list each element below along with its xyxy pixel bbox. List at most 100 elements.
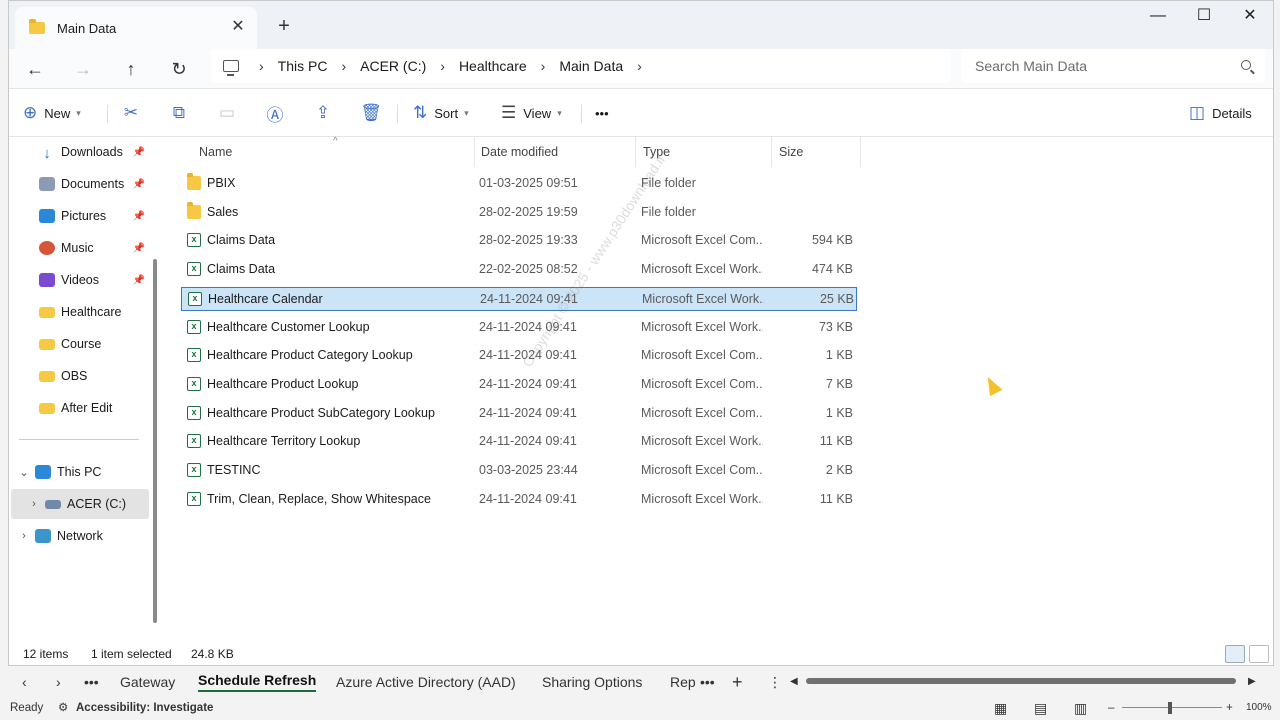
sheet-more-icon[interactable]: ••• (84, 670, 99, 694)
file-row[interactable]: x Healthcare Calendar 24-11-2024 09:41 Micr… (181, 286, 857, 311)
details-button[interactable]: ◫ Details (1189, 97, 1252, 129)
hscroll-right-icon[interactable]: ▶ (1248, 670, 1256, 694)
cut-button[interactable]: ✂ (115, 97, 147, 129)
file-row[interactable]: x Claims Data 22-02-2025 08:52 Microsoft Ex… (181, 258, 857, 282)
nav-item-this-pc[interactable]: ⌄ This PC (17, 457, 155, 487)
new-button[interactable]: ⊕ New ▾ (23, 97, 81, 129)
crumb-healthcare[interactable]: Healthcare (459, 58, 527, 74)
hscroll-left-icon[interactable]: ◀ (790, 670, 798, 694)
nav-item-course[interactable]: Course (39, 329, 147, 359)
maximize-button[interactable]: ☐ (1181, 1, 1227, 33)
sheet-tab-aad[interactable]: Azure Active Directory (AAD) (336, 670, 516, 694)
column-header-date[interactable]: Date modified (475, 137, 635, 167)
zoom-level[interactable]: 100% (1246, 696, 1272, 720)
file-row[interactable]: x Healthcare Territory Lookup 24-11-2024 0… (181, 430, 857, 454)
file-name-cell[interactable]: PBIX (181, 172, 471, 194)
accessibility-status[interactable]: Accessibility: Investigate (76, 696, 213, 720)
file-name-cell[interactable]: x Claims Data (181, 258, 471, 280)
normal-view-icon[interactable]: ▦ (994, 696, 1007, 720)
forward-button[interactable]: → (67, 53, 99, 85)
nav-item-music[interactable]: Music 📌 (39, 233, 147, 263)
page-break-icon[interactable]: ▥ (1074, 696, 1087, 720)
view-button[interactable]: ☰ View ▾ (501, 97, 562, 129)
file-name-cell[interactable]: x Trim, Clean, Replace, Show Whitespace (181, 488, 471, 510)
delete-button[interactable]: 🗑 (355, 97, 387, 129)
file-name-cell[interactable]: x Healthcare Product SubCategory Lookup (181, 402, 471, 424)
sort-button[interactable]: ⇅ Sort ▾ (413, 97, 469, 129)
close-tab-icon[interactable]: ✕ (227, 16, 249, 38)
nav-scrollbar[interactable] (153, 259, 157, 623)
up-button[interactable]: ↑ (115, 53, 147, 85)
file-name-cell[interactable]: x Claims Data (181, 229, 471, 251)
chevron-right-icon[interactable]: › (17, 530, 31, 542)
nav-item-downloads[interactable]: ↓ Downloads 📌 (39, 137, 147, 167)
nav-item-network[interactable]: › Network (17, 521, 155, 551)
sheet-more-right-icon[interactable]: ••• (700, 670, 715, 694)
page-layout-icon[interactable]: ▤ (1034, 696, 1047, 720)
refresh-button[interactable]: ↻ (163, 53, 195, 85)
file-row[interactable]: x Healthcare Product SubCategory Lookup 24… (181, 402, 857, 426)
close-window-button[interactable]: ✕ (1227, 1, 1273, 33)
pin-icon[interactable]: 📌 (133, 243, 145, 254)
zoom-thumb[interactable] (1168, 702, 1172, 714)
breadcrumb[interactable]: › This PC › ACER (C:) › Healthcare › Mai… (211, 49, 951, 83)
pin-icon[interactable]: 📌 (133, 179, 145, 190)
more-options-button[interactable]: ••• (595, 97, 609, 129)
zoom-in-icon[interactable]: + (1226, 696, 1233, 720)
file-name-cell[interactable]: x Healthcare Product Category Lookup (181, 344, 471, 366)
sheet-options-icon[interactable]: ⋮ (768, 670, 782, 694)
new-tab-button[interactable]: + (271, 13, 297, 39)
sheet-scroll-left-icon[interactable]: ‹ (22, 670, 27, 694)
sheet-tab-sharing-options[interactable]: Sharing Options (542, 670, 642, 694)
nav-item-after-edit[interactable]: After Edit (39, 393, 147, 423)
file-row[interactable]: x Healthcare Product Lookup 24-11-2024 09:… (181, 373, 857, 397)
file-row[interactable]: Sales 28-02-2025 19:59 File folder (181, 201, 857, 225)
crumb-main-data[interactable]: Main Data (559, 58, 623, 74)
pin-icon[interactable]: 📌 (133, 211, 145, 222)
file-row[interactable]: x Trim, Clean, Replace, Show Whitespace 24… (181, 488, 857, 512)
nav-item-drive-c[interactable]: › ACER (C:) (11, 489, 149, 519)
column-header-type[interactable]: Type (637, 137, 771, 167)
sheet-scroll-right-icon[interactable]: › (56, 670, 61, 694)
copy-button[interactable]: ⧉ (163, 97, 195, 129)
file-row[interactable]: x TESTINC 03-03-2025 23:44 Microsoft Excel … (181, 459, 857, 483)
file-name-cell[interactable]: Sales (181, 201, 471, 223)
nav-item-healthcare[interactable]: Healthcare (39, 297, 147, 327)
details-view-icon[interactable] (1225, 645, 1245, 663)
nav-item-obs[interactable]: OBS (39, 361, 147, 391)
file-name-cell[interactable]: x Healthcare Product Lookup (181, 373, 471, 395)
sheet-tab-rep[interactable]: Rep (670, 670, 696, 694)
file-row[interactable]: x Healthcare Product Category Lookup 24-11… (181, 344, 857, 368)
file-row[interactable]: x Healthcare Customer Lookup 24-11-2024 09… (181, 316, 857, 340)
tab-main-data[interactable]: Main Data ✕ (15, 7, 257, 49)
add-sheet-button[interactable]: + (732, 670, 743, 694)
zoom-slider[interactable] (1122, 707, 1222, 708)
sheet-tab-gateway[interactable]: Gateway (120, 670, 175, 694)
chevron-down-icon[interactable]: ⌄ (17, 466, 31, 479)
pin-icon[interactable]: 📌 (133, 147, 145, 158)
pin-icon[interactable]: 📌 (133, 275, 145, 286)
column-header-name[interactable]: Name (193, 127, 475, 167)
crumb-drive[interactable]: ACER (C:) (360, 58, 426, 74)
file-name-cell[interactable]: x Healthcare Territory Lookup (181, 430, 471, 452)
file-row[interactable]: PBIX 01-03-2025 09:51 File folder (181, 172, 857, 196)
chevron-right-icon[interactable]: › (27, 498, 41, 510)
back-button[interactable]: ← (19, 53, 51, 85)
file-row[interactable]: x Claims Data 28-02-2025 19:33 Microsoft Ex… (181, 229, 857, 253)
nav-item-documents[interactable]: Documents 📌 (39, 169, 147, 199)
horizontal-scrollbar[interactable] (806, 678, 1236, 684)
zoom-out-icon[interactable]: – (1108, 696, 1114, 720)
column-header-size[interactable]: Size (773, 137, 859, 167)
nav-item-videos[interactable]: Videos 📌 (39, 265, 147, 295)
minimize-button[interactable]: — (1135, 1, 1181, 33)
paste-button[interactable]: ▭ (211, 97, 243, 129)
sheet-tab-schedule-refresh[interactable]: Schedule Refresh (198, 668, 317, 692)
file-name-cell[interactable]: x Healthcare Customer Lookup (181, 316, 471, 338)
file-name-cell[interactable]: x Healthcare Calendar (182, 288, 472, 310)
rename-button[interactable]: Ⓐ (259, 97, 291, 129)
tiles-view-icon[interactable] (1249, 645, 1269, 663)
crumb-this-pc[interactable]: This PC (278, 58, 328, 74)
nav-item-pictures[interactable]: Pictures 📌 (39, 201, 147, 231)
file-name-cell[interactable]: x TESTINC (181, 459, 471, 481)
search-input[interactable]: Search Main Data (961, 49, 1265, 83)
